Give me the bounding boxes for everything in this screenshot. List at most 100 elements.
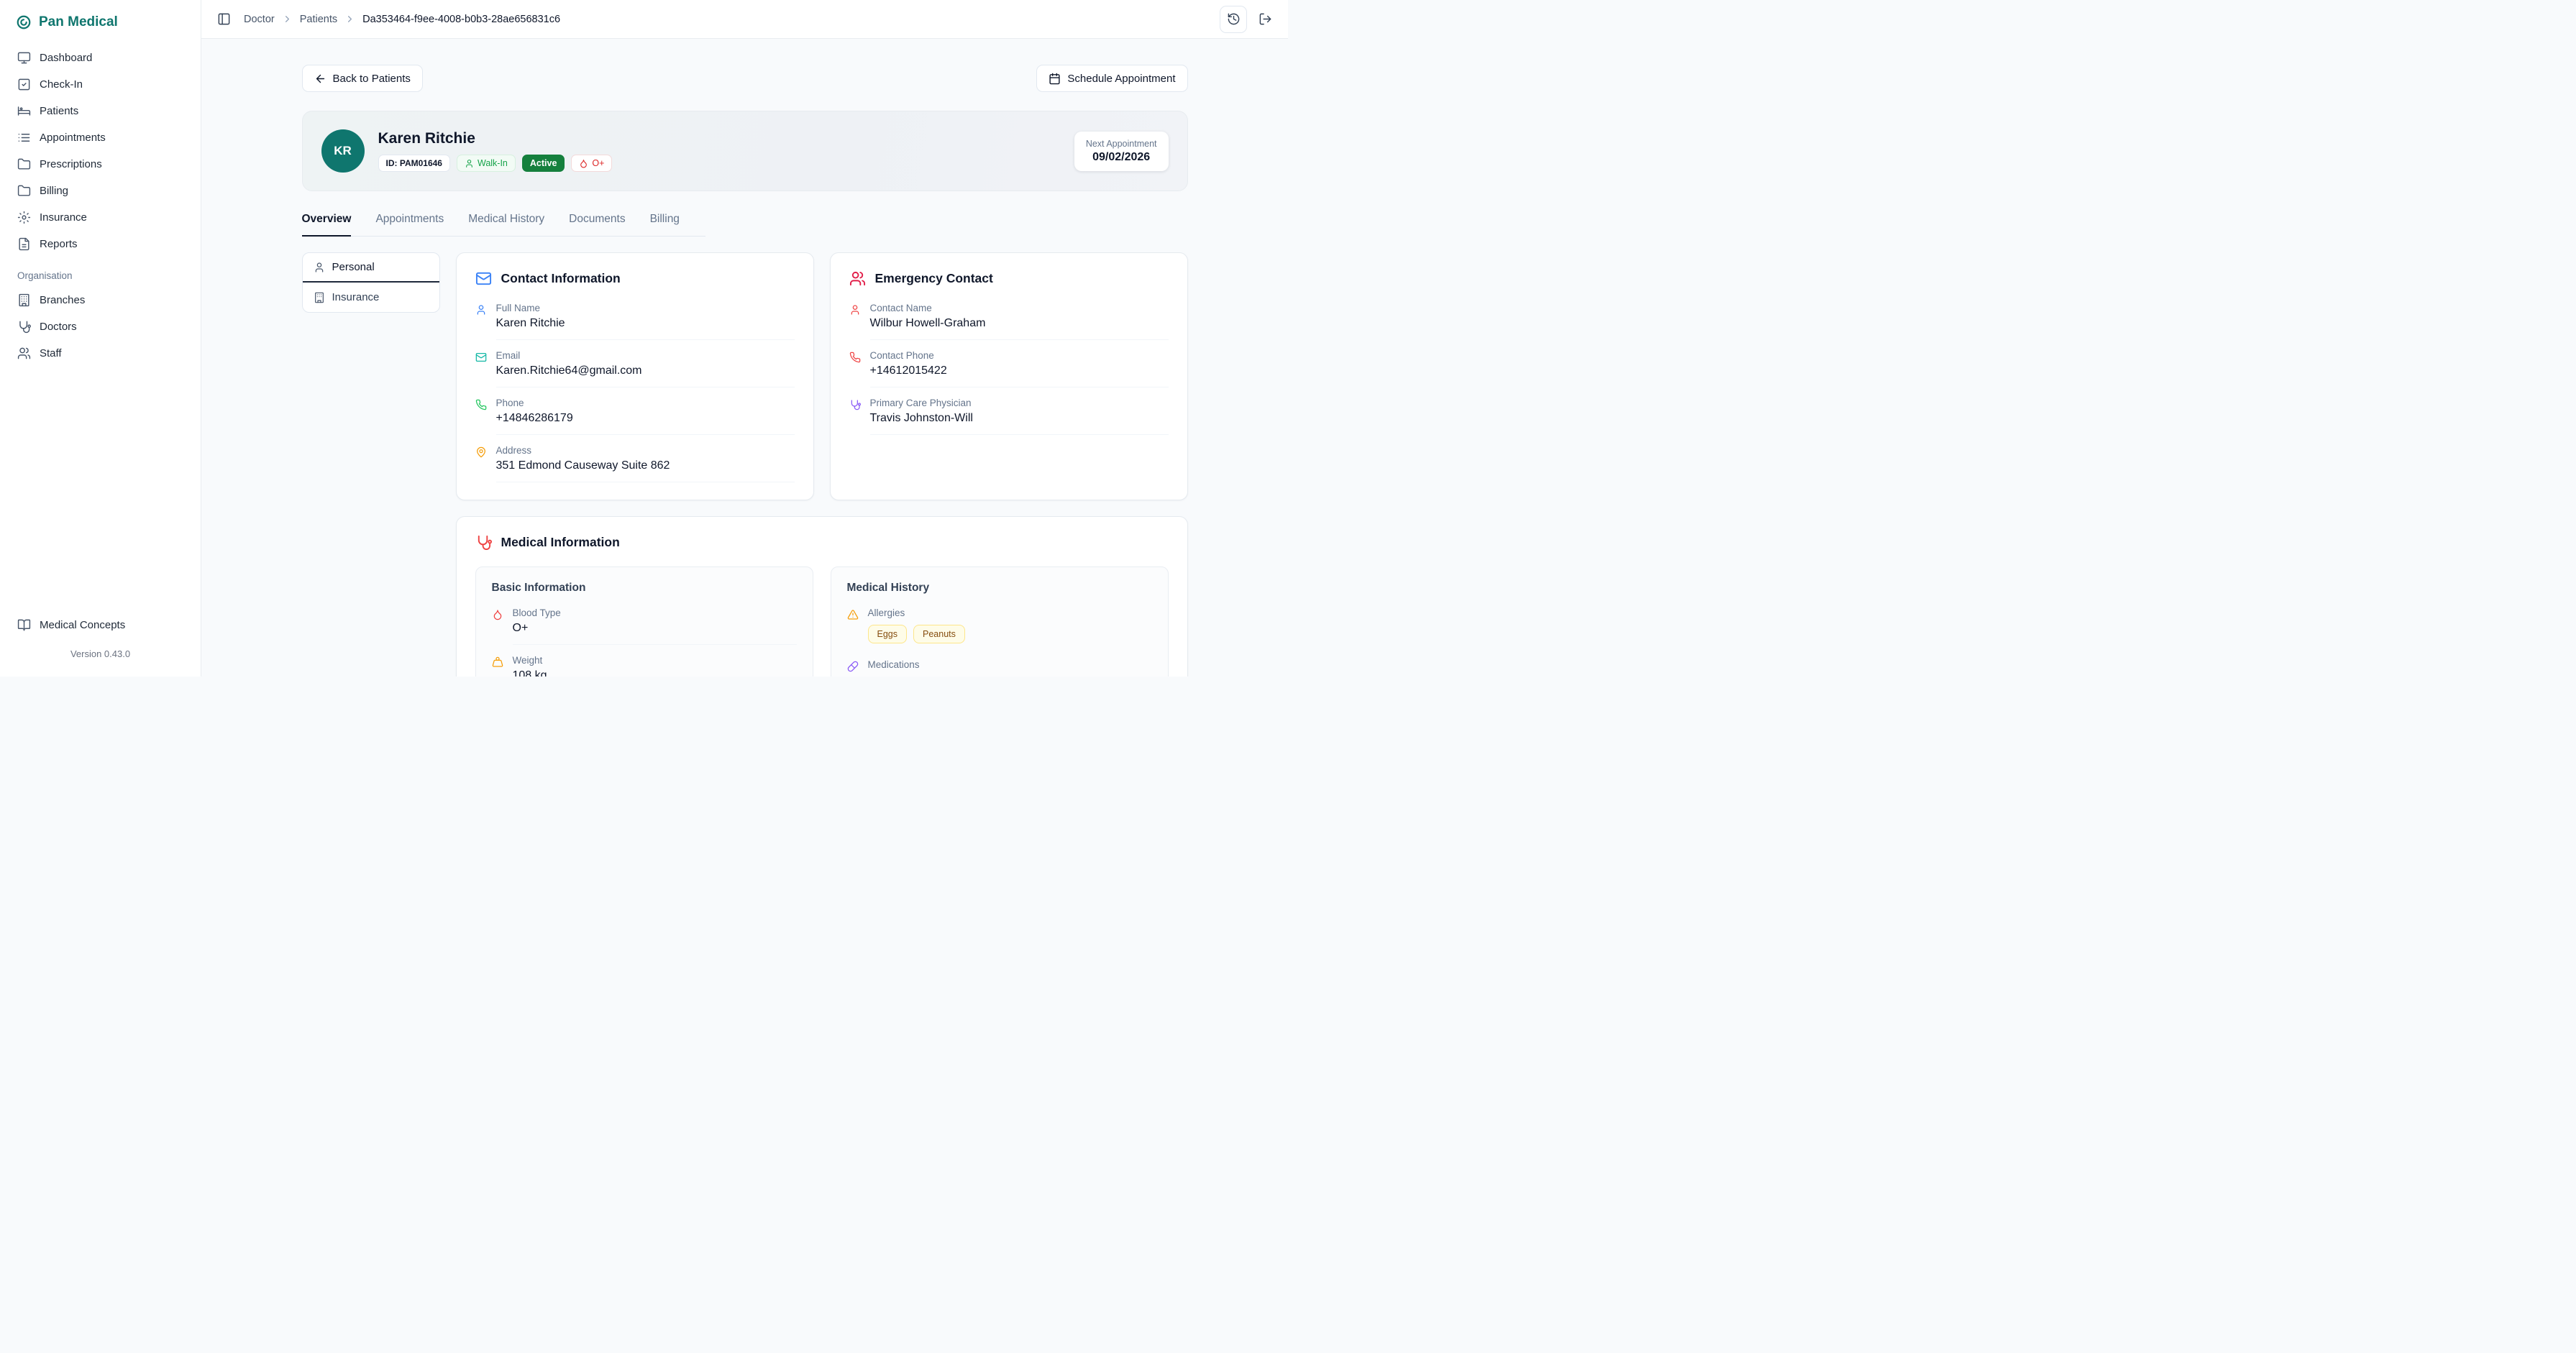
walk-in-badge: Walk-In	[457, 155, 516, 172]
sidebar-item-label: Patients	[40, 105, 78, 117]
topbar: Doctor Patients Da353464-f9ee-4008-b0b3-…	[201, 0, 1288, 39]
patient-badges: ID: PAM01646 Walk-In Active O+	[378, 155, 613, 172]
toolbar: Back to Patients Schedule Appointment	[302, 65, 1188, 92]
chevron-right-icon	[344, 14, 355, 24]
card-title: Emergency Contact	[875, 271, 993, 286]
next-appointment-card: Next Appointment 09/02/2026	[1074, 132, 1169, 171]
logout-icon	[1259, 12, 1272, 26]
history-icon	[1227, 12, 1241, 26]
sidebar-item-branches[interactable]: Branches	[10, 287, 191, 313]
sidebar-item-medical-concepts[interactable]: Medical Concepts	[10, 612, 191, 638]
patient-id-badge: ID: PAM01646	[378, 155, 450, 172]
phone-icon	[475, 399, 487, 435]
sidebar-item-label: Branches	[40, 294, 85, 306]
stethoscope-icon	[17, 320, 31, 334]
tab-overview[interactable]: Overview	[302, 213, 352, 237]
tab-billing[interactable]: Billing	[650, 213, 680, 236]
brand[interactable]: Pan Medical	[10, 10, 191, 45]
mail-icon	[475, 352, 487, 387]
tab-medical-history[interactable]: Medical History	[468, 213, 544, 236]
sidebar-item-label: Prescriptions	[40, 158, 102, 170]
folder-icon	[17, 184, 31, 198]
logout-button[interactable]	[1259, 12, 1272, 26]
page-content: Back to Patients Schedule Appointment KR…	[201, 39, 1288, 676]
check-square-icon	[17, 78, 31, 91]
user-icon	[849, 304, 861, 340]
info-row-blood-type: Blood Type O+	[492, 607, 797, 645]
arrow-left-icon	[314, 73, 326, 85]
sidebar-item-label: Doctors	[40, 321, 77, 333]
sidebar-item-label: Billing	[40, 185, 68, 197]
sidebar-item-label: Reports	[40, 238, 78, 250]
sidebar-item-label: Appointments	[40, 132, 106, 144]
sidebar-item-staff[interactable]: Staff	[10, 340, 191, 367]
info-row-full-name: Full Name Karen Ritchie	[475, 303, 795, 340]
sidebar-item-appointments[interactable]: Appointments	[10, 124, 191, 151]
history-button[interactable]	[1220, 6, 1247, 33]
sidebar-toggle-button[interactable]	[217, 12, 231, 26]
sidebar-item-prescriptions[interactable]: Prescriptions	[10, 151, 191, 178]
info-row-email: Email Karen.Ritchie64@gmail.com	[475, 350, 795, 387]
allergies-row: Allergies Eggs Peanuts	[847, 607, 1152, 643]
brand-name: Pan Medical	[39, 14, 118, 30]
main-area: Doctor Patients Da353464-f9ee-4008-b0b3-…	[201, 0, 1288, 676]
phone-icon	[849, 352, 861, 387]
medical-information-card: Medical Information Basic Information	[456, 516, 1188, 676]
status-badge: Active	[522, 155, 565, 172]
sidebar-item-label: Check-In	[40, 78, 83, 91]
alert-triangle-icon	[847, 609, 859, 643]
sidebar-item-label: Insurance	[40, 211, 87, 224]
mail-icon	[475, 270, 492, 287]
building-icon	[17, 293, 31, 307]
book-icon	[17, 618, 31, 632]
schedule-appointment-button[interactable]: Schedule Appointment	[1036, 65, 1187, 92]
weight-scale-icon	[492, 656, 503, 676]
topbar-actions	[1220, 6, 1272, 33]
tab-documents[interactable]: Documents	[569, 213, 625, 236]
sidebar-item-reports[interactable]: Reports	[10, 231, 191, 257]
droplet-icon	[492, 609, 503, 645]
gear-icon	[17, 211, 31, 224]
user-icon	[465, 159, 474, 168]
chevron-right-icon	[282, 14, 293, 24]
sidebar: Pan Medical Dashboard Check-In Patients …	[0, 0, 201, 676]
basic-information-panel: Basic Information Blood Type O+	[475, 567, 813, 676]
next-appointment-date: 09/02/2026	[1086, 151, 1157, 164]
patient-identity: Karen Ritchie ID: PAM01646 Walk-In Activ…	[378, 130, 613, 172]
sidebar-item-check-in[interactable]: Check-In	[10, 71, 191, 98]
back-to-patients-button[interactable]: Back to Patients	[302, 65, 423, 92]
users-icon	[17, 347, 31, 360]
tab-bar: Overview Appointments Medical History Do…	[302, 213, 705, 237]
sidebar-item-insurance[interactable]: Insurance	[10, 204, 191, 231]
calendar-icon	[1049, 73, 1061, 85]
subnav-item-personal[interactable]: Personal	[303, 253, 439, 283]
sidebar-item-label: Medical Concepts	[40, 619, 125, 631]
users-icon	[849, 270, 866, 287]
blood-type-badge: O+	[571, 155, 612, 172]
emergency-contact-card: Emergency Contact Contact Name Wilbur Ho…	[830, 252, 1188, 500]
overview-subnav: Personal Insurance	[302, 252, 440, 313]
sidebar-footer: Medical Concepts Version 0.43.0	[10, 612, 191, 676]
subnav-item-insurance[interactable]: Insurance	[303, 283, 439, 312]
sidebar-item-patients[interactable]: Patients	[10, 98, 191, 124]
contact-information-card: Contact Information Full Name Karen Ritc…	[456, 252, 814, 500]
file-text-icon	[17, 237, 31, 251]
sidebar-item-doctors[interactable]: Doctors	[10, 313, 191, 340]
user-icon	[475, 304, 487, 340]
sidebar-item-dashboard[interactable]: Dashboard	[10, 45, 191, 71]
map-pin-icon	[475, 446, 487, 482]
breadcrumb-doctor[interactable]: Doctor	[244, 14, 275, 25]
info-row-primary-care-physician: Primary Care Physician Travis Johnston-W…	[849, 398, 1169, 435]
tab-appointments[interactable]: Appointments	[375, 213, 444, 236]
building-icon	[314, 292, 325, 303]
medications-row: Medications Levothyroxine 50mcg Gabapent…	[847, 659, 1152, 676]
pill-icon	[847, 661, 859, 676]
folder-icon	[17, 157, 31, 171]
sidebar-item-billing[interactable]: Billing	[10, 178, 191, 204]
breadcrumb-patients[interactable]: Patients	[300, 14, 337, 25]
droplet-icon	[579, 159, 588, 168]
stethoscope-icon	[849, 399, 861, 435]
sidebar-item-label: Staff	[40, 347, 62, 359]
logo-ring-icon	[16, 14, 32, 30]
info-row-contact-name: Contact Name Wilbur Howell-Graham	[849, 303, 1169, 340]
